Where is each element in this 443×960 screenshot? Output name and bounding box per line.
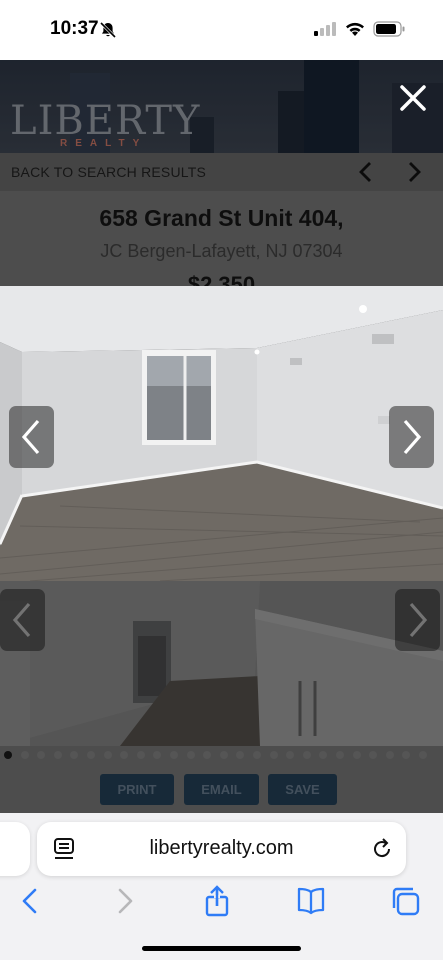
gallery-next-button-next-photo[interactable] [395, 589, 440, 651]
forward-icon[interactable] [108, 884, 142, 918]
pagination-dot[interactable] [402, 751, 411, 759]
chevron-left-icon [21, 419, 40, 455]
pagination-dot[interactable] [419, 751, 427, 759]
kitchen-photo [0, 581, 443, 746]
pagination-dot[interactable] [369, 751, 378, 759]
pagination-dot[interactable] [37, 751, 46, 759]
pagination-dot[interactable] [87, 751, 95, 759]
pagination-dot[interactable] [336, 751, 344, 759]
home-indicator [142, 946, 301, 951]
chevron-right-icon [403, 419, 422, 455]
wifi-icon [346, 22, 364, 36]
bookmarks-icon[interactable] [294, 884, 328, 918]
pagination-dot[interactable] [352, 751, 361, 759]
status-time: 10:37 [50, 18, 99, 39]
pagination-dot[interactable] [153, 751, 162, 759]
gallery-prev-button-next-photo[interactable] [0, 589, 45, 651]
gallery-photo-current[interactable] [0, 286, 443, 581]
tabs-icon[interactable] [388, 884, 422, 918]
back-icon[interactable] [13, 884, 47, 918]
pagination-dot[interactable] [4, 751, 12, 759]
status-bar: 10:37 [0, 0, 443, 60]
pagination-dot[interactable] [269, 751, 278, 759]
gallery-prev-button[interactable] [9, 406, 54, 468]
chevron-left-icon [12, 602, 31, 638]
pagination-dot[interactable] [136, 751, 145, 759]
pagination-dot[interactable] [120, 751, 129, 759]
previous-tab-card[interactable] [0, 822, 30, 876]
close-icon[interactable] [397, 82, 429, 114]
gallery-photo-next[interactable] [0, 581, 443, 746]
pagination-dot[interactable] [203, 751, 212, 759]
gallery-pagination [0, 746, 443, 764]
gallery-next-button[interactable] [389, 406, 434, 468]
pagination-dot[interactable] [302, 751, 311, 759]
pagination-dot[interactable] [253, 751, 261, 759]
chevron-right-icon [409, 602, 428, 638]
pagination-dot[interactable] [319, 751, 328, 759]
pagination-dot[interactable] [186, 751, 195, 759]
share-icon[interactable] [200, 884, 234, 918]
pagination-dot[interactable] [219, 751, 228, 759]
pagination-dot[interactable] [53, 751, 62, 759]
pagination-dot[interactable] [286, 751, 295, 759]
pagination-dot[interactable] [103, 751, 112, 759]
signal-icon [314, 22, 336, 36]
pagination-dot[interactable] [236, 751, 245, 759]
pagination-dot[interactable] [20, 751, 29, 759]
pagination-dot[interactable] [170, 751, 178, 759]
bell-slash-icon [99, 21, 117, 39]
battery-icon [373, 21, 405, 37]
address-bar[interactable]: libertyrealty.com [37, 822, 406, 876]
reload-icon[interactable] [370, 837, 394, 861]
room-photo [0, 286, 443, 581]
pagination-dot[interactable] [70, 751, 79, 759]
pagination-dot[interactable] [385, 751, 394, 759]
url-text[interactable]: libertyrealty.com [37, 837, 406, 860]
